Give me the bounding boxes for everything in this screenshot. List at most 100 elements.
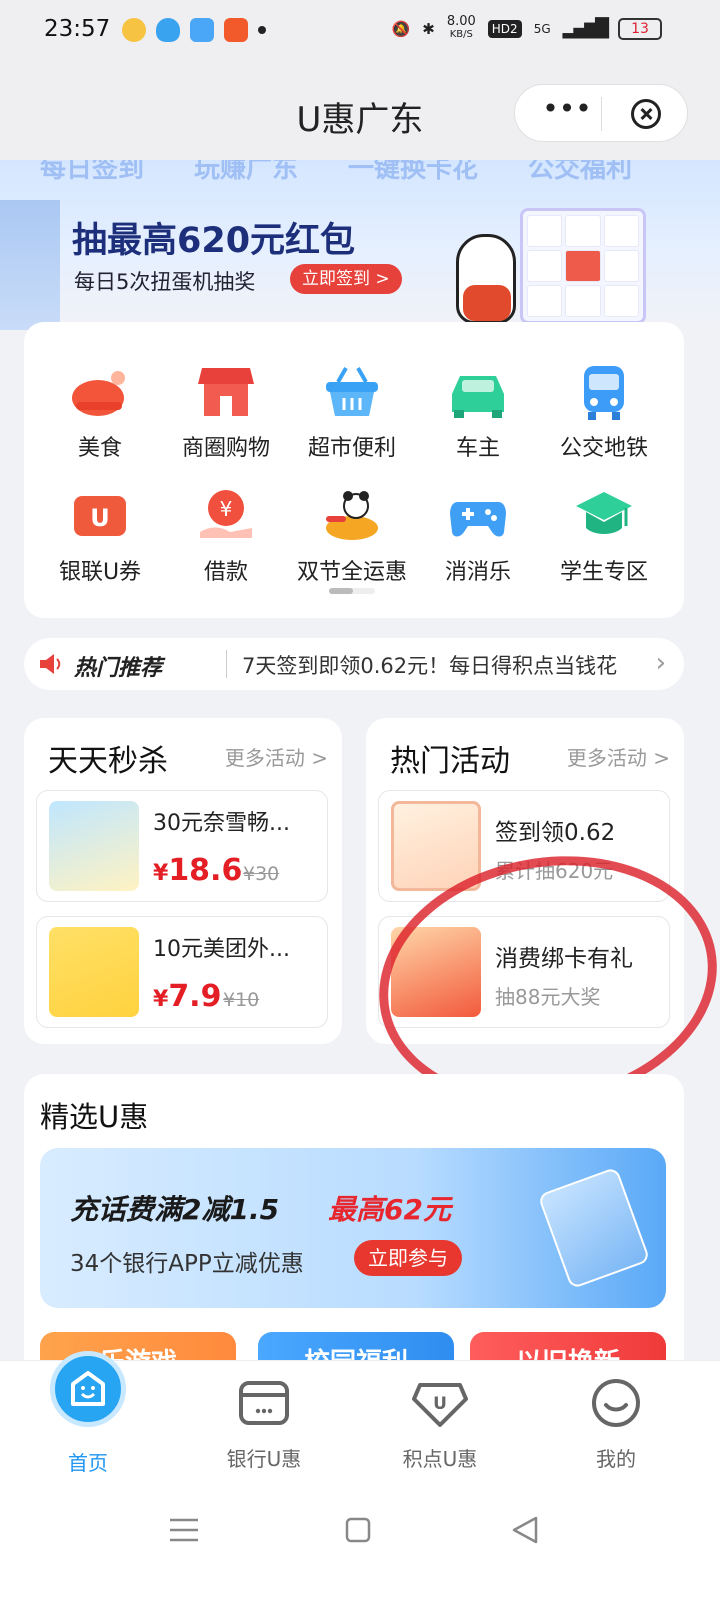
- deal-name: 30元奈雪畅...: [153, 811, 290, 836]
- tab-profile[interactable]: 我的: [556, 1375, 676, 1472]
- graduation-cap-icon: [576, 492, 632, 534]
- currency-symbol: ¥: [153, 987, 169, 1012]
- svg-text:U: U: [90, 504, 110, 532]
- activity-subtitle: 累计抽620元: [495, 859, 614, 883]
- service-transit[interactable]: 公交地铁: [538, 362, 670, 462]
- promo-main-text: 充话费满2减1.5: [70, 1193, 280, 1226]
- title-bar: U惠广东 •••: [0, 64, 720, 160]
- battery-icon: 13: [618, 17, 662, 40]
- back-triangle-icon[interactable]: [506, 1510, 546, 1550]
- service-match-game[interactable]: 消消乐: [412, 486, 544, 586]
- home-icon: [50, 1351, 126, 1427]
- notice-text: 7天签到即领0.62元！每日得积点当钱花: [242, 654, 618, 678]
- tab-bank-u[interactable]: 银行U惠: [204, 1375, 324, 1472]
- store-icon: [198, 368, 254, 416]
- banner-tabs: 每日签到 玩赚广东 一键换卡花 公交福利: [40, 160, 632, 185]
- tab-home[interactable]: 首页: [28, 1351, 148, 1476]
- service-grid: 美食 商圈购物 超市便利 车主 公交地铁 U 银联U券 ¥ 借款 双节全运惠 消…: [24, 322, 684, 618]
- network-speed-value: 8.00: [446, 14, 476, 29]
- service-label: 超市便利: [307, 436, 396, 461]
- banner-tab[interactable]: 每日签到: [40, 160, 144, 185]
- weather-app-icon: [190, 18, 214, 42]
- food-icon: [72, 371, 125, 416]
- deal-item[interactable]: 30元奈雪畅... ¥18.6 ¥30: [36, 790, 328, 902]
- video-app-icon: [224, 18, 248, 42]
- miniapp-capsule: •••: [514, 84, 688, 142]
- bind-card-thumbnail: [391, 927, 481, 1017]
- deal-price-value: 18.6: [168, 853, 243, 888]
- hd-badge: HD2: [487, 19, 522, 38]
- activity-item[interactable]: 消费绑卡有礼 抽88元大奖: [378, 916, 670, 1028]
- capsule-divider: [601, 97, 602, 131]
- service-label: 车主: [455, 436, 500, 461]
- svg-text:U: U: [433, 1394, 447, 1414]
- bus-icon: [584, 366, 624, 420]
- service-shopping[interactable]: 商圈购物: [160, 362, 292, 462]
- banner-subtitle: 每日5次扭蛋机抽奖: [74, 270, 256, 294]
- banner-tab[interactable]: 公交福利: [528, 160, 632, 185]
- deal-price: ¥7.9: [153, 979, 221, 1014]
- tile-campus[interactable]: 校园福利: [258, 1332, 454, 1362]
- bluetooth-icon: ✱: [422, 19, 435, 38]
- gamepad-icon: [450, 502, 506, 537]
- service-label: 学生专区: [559, 560, 648, 585]
- basket-icon: [326, 367, 378, 416]
- building-illustration: [0, 200, 60, 330]
- service-label: 商圈购物: [181, 436, 270, 461]
- mute-icon: 🔕: [391, 19, 411, 38]
- promo-highlight-text: 最高62元: [328, 1193, 451, 1226]
- coin-app-icon: [122, 18, 146, 42]
- service-label: 双节全运惠: [296, 560, 407, 585]
- banner-tab[interactable]: 一键换卡花: [348, 160, 478, 185]
- more-button[interactable]: •••: [537, 95, 597, 129]
- hero-banner[interactable]: 每日签到 玩赚广东 一键换卡花 公交福利 抽最高620元红包 每日5次扭蛋机抽奖…: [0, 160, 720, 330]
- service-festival-promo[interactable]: 双节全运惠: [286, 486, 418, 586]
- status-bar: 23:57 🔕 ✱ 8.00 KB/S HD2 5G ▂▄▆█ 13: [0, 0, 720, 64]
- naixue-drink-thumbnail: [49, 801, 139, 891]
- menu-icon[interactable]: [164, 1510, 204, 1550]
- close-icon[interactable]: [631, 99, 661, 129]
- hot-activities-more-link[interactable]: 更多活动 >: [567, 742, 670, 771]
- speaker-icon: [40, 654, 61, 674]
- service-label: 美食: [77, 436, 122, 461]
- service-student-zone[interactable]: 学生专区: [538, 486, 670, 586]
- meituan-coupon-thumbnail: [49, 927, 139, 1017]
- service-food[interactable]: 美食: [34, 362, 166, 462]
- capsule-machine-illustration: [520, 208, 646, 324]
- banner-tab[interactable]: 玩赚广东: [194, 160, 298, 185]
- deal-price: ¥18.6: [153, 853, 242, 888]
- tab-points-u[interactable]: U 积点U惠: [380, 1375, 500, 1472]
- tile-trade-in[interactable]: 以旧换新: [470, 1332, 666, 1362]
- service-label: 银联U券: [58, 560, 142, 585]
- hot-recommend-bar[interactable]: 热门推荐 7天签到即领0.62元！每日得积点当钱花 ›: [24, 638, 684, 690]
- service-label: 公交地铁: [559, 436, 648, 461]
- service-car-owner[interactable]: 车主: [412, 362, 544, 462]
- deal-item[interactable]: 10元美团外... ¥7.9 ¥10: [36, 916, 328, 1028]
- service-loan[interactable]: ¥ 借款: [160, 486, 292, 586]
- bank-card-illustration: [537, 1166, 651, 1290]
- join-now-button[interactable]: 立即参与: [354, 1240, 462, 1276]
- service-unionpay-coupon[interactable]: U 银联U券: [34, 486, 166, 586]
- selected-offers-section: 精选U惠 充话费满2减1.5 最高62元 34个银行APP立减优惠 立即参与: [24, 1074, 684, 1374]
- flash-sale-more-link[interactable]: 更多活动 >: [225, 742, 328, 771]
- service-label: 借款: [203, 560, 248, 585]
- points-u-icon: U: [412, 1383, 468, 1427]
- activity-name: 消费绑卡有礼: [495, 946, 633, 972]
- hot-activities-panel: 热门活动 更多活动 > 签到领0.62 累计抽620元 消费绑卡有礼 抽88元大…: [366, 718, 684, 1044]
- network-speed-unit: KB/S: [449, 29, 473, 40]
- hot-activities-title: 热门活动: [390, 744, 510, 779]
- sign-in-button[interactable]: 立即签到 >: [290, 264, 402, 294]
- service-supermarket[interactable]: 超市便利: [286, 362, 418, 462]
- selected-title: 精选U惠: [40, 1100, 149, 1134]
- coupon-icon: U: [74, 496, 126, 536]
- phone-bill-promo-banner[interactable]: 充话费满2减1.5 最高62元 34个银行APP立减优惠 立即参与: [40, 1148, 666, 1308]
- currency-symbol: ¥: [153, 861, 169, 886]
- bank-card-icon: [239, 1381, 289, 1425]
- activity-item[interactable]: 签到领0.62 累计抽620元: [378, 790, 670, 902]
- home-square-icon[interactable]: [338, 1510, 378, 1550]
- chevron-right-icon: ›: [655, 648, 666, 678]
- deal-name: 10元美团外...: [153, 937, 290, 962]
- flash-sale-panel: 天天秒杀 更多活动 > 30元奈雪畅... ¥18.6 ¥30 10元美团外..…: [24, 718, 342, 1044]
- bottom-tab-bar: 首页 银行U惠 U 积点U惠 我的: [0, 1351, 720, 1480]
- category-tiles: 乐游戏 校园福利 以旧换新: [40, 1332, 666, 1362]
